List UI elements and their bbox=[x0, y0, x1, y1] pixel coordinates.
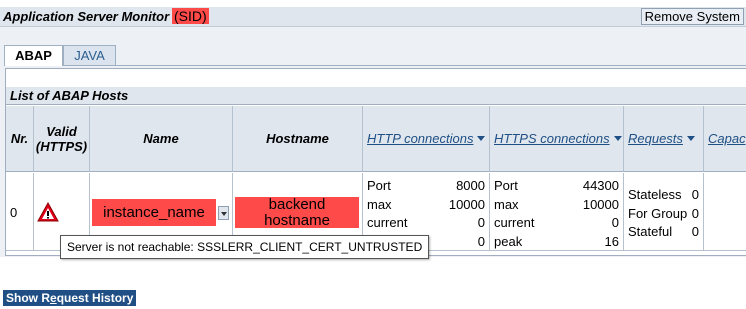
column-header-requests[interactable]: Requests bbox=[624, 106, 704, 172]
sort-descending-icon bbox=[477, 136, 486, 141]
show-request-history-button[interactable]: Show Request History bbox=[3, 290, 137, 306]
title-bar: Application Server Monitor (SID) Remove … bbox=[0, 7, 746, 27]
table-row-cell-https: Port 44300 max 10000 current 0 peak 16 bbox=[490, 173, 624, 251]
hostname-value: backend hostname bbox=[235, 197, 359, 229]
column-header-hostname: Hostname bbox=[233, 106, 363, 172]
tab-abap[interactable]: ABAP bbox=[4, 45, 63, 66]
table-row-cell-requests: Stateless 0 For Group 0 Stateful 0 bbox=[624, 173, 704, 251]
warning-triangle-icon bbox=[37, 202, 59, 222]
column-header-name: Name bbox=[90, 106, 233, 172]
remove-system-button[interactable]: Remove System bbox=[640, 8, 744, 25]
column-header-valid: Valid (HTTPS) bbox=[34, 106, 90, 172]
column-header-https-connections[interactable]: HTTPS connections bbox=[490, 106, 624, 172]
page-title: Application Server Monitor bbox=[3, 9, 170, 24]
column-header-capacity[interactable]: Capac bbox=[704, 106, 746, 172]
instance-name-field[interactable]: instance_name bbox=[92, 199, 216, 226]
table-row-cell-capacity bbox=[704, 173, 746, 251]
error-tooltip: Server is not reachable: SSSLERR_CLIENT_… bbox=[60, 235, 430, 259]
abap-hosts-table: List of ABAP Hosts Nr. Valid (HTTPS) Nam… bbox=[5, 68, 746, 256]
table-row-cell-nr: 0 bbox=[6, 173, 34, 251]
tab-java[interactable]: JAVA bbox=[63, 45, 116, 66]
column-header-http-connections[interactable]: HTTP connections bbox=[363, 106, 490, 172]
sort-descending-icon bbox=[613, 136, 622, 141]
tab-divider bbox=[4, 65, 746, 66]
sort-descending-icon bbox=[686, 136, 695, 141]
sid-label: (SID) bbox=[172, 8, 209, 24]
column-header-nr: Nr. bbox=[6, 106, 34, 172]
chevron-down-icon[interactable] bbox=[218, 206, 229, 220]
table-title: List of ABAP Hosts bbox=[6, 87, 746, 105]
